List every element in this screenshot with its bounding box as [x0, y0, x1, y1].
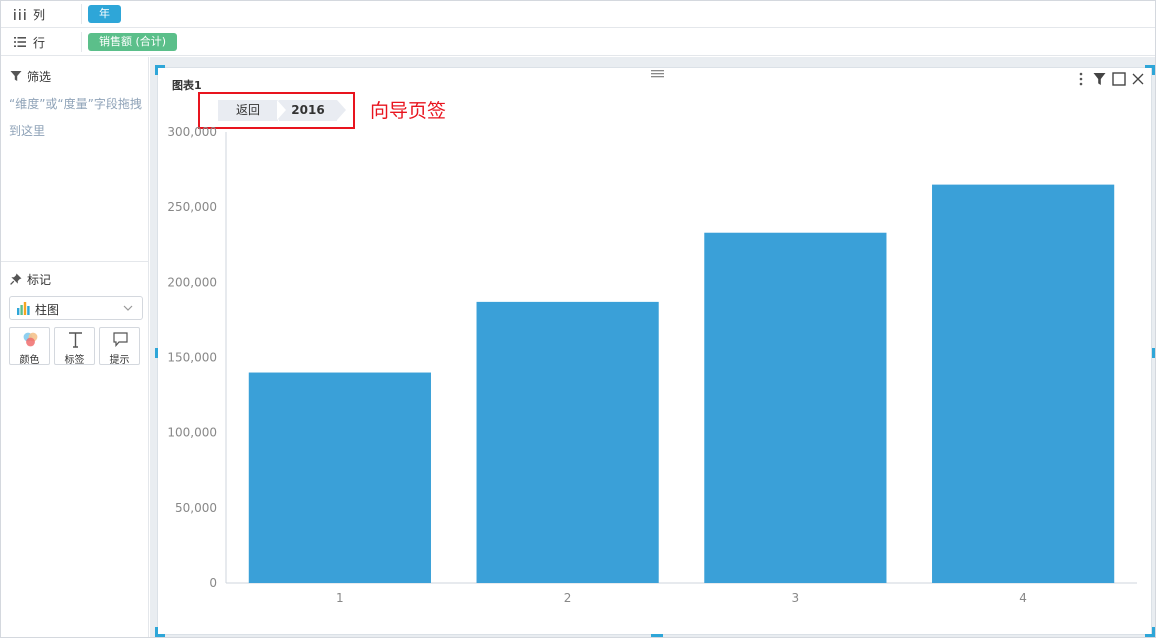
bar — [704, 232, 887, 583]
bar — [476, 301, 659, 583]
x-tick-label: 1 — [336, 591, 344, 605]
y-tick-label: 250,000 — [167, 200, 217, 214]
x-tick-label: 4 — [1019, 591, 1027, 605]
bar-chart: 0 50,000 100,000 150,000 200,000 250,000 300,0… — [167, 125, 1137, 605]
bar — [932, 184, 1115, 583]
y-tick-label: 0 — [209, 576, 217, 590]
bar — [248, 372, 431, 583]
breadcrumb-separator — [277, 100, 286, 120]
y-tick-label: 100,000 — [167, 426, 217, 440]
y-tick-label: 50,000 — [175, 501, 217, 515]
app-root: 列 年 行 销售额 (合计) 筛选 “维度”或“度量”字段拖拽到这里 标记 柱图… — [0, 0, 1156, 638]
x-tick-label: 3 — [792, 591, 800, 605]
y-tick-label: 200,000 — [167, 275, 217, 289]
y-tick-label: 300,000 — [167, 125, 217, 139]
x-tick-label: 2 — [564, 591, 572, 605]
y-tick-label: 150,000 — [167, 351, 217, 365]
